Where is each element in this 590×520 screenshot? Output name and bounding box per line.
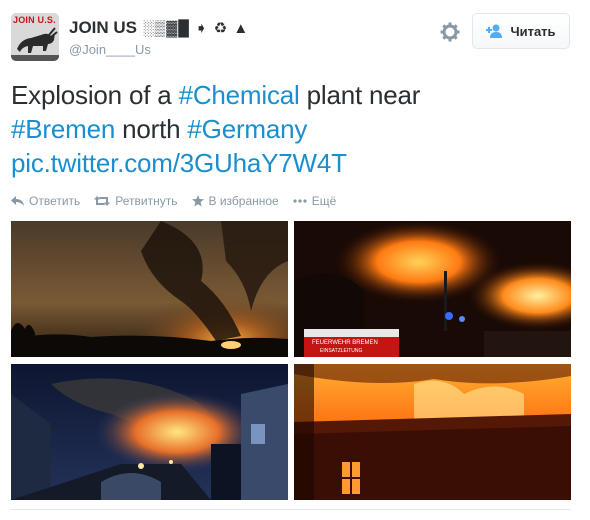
tweet-photo-3[interactable] [11, 364, 288, 500]
retweet-button[interactable]: Ретвитнуть [94, 194, 178, 208]
retweet-label: Ретвитнуть [115, 194, 178, 208]
tweet-text-segment: plant near [299, 80, 421, 110]
street-fire-photo [11, 364, 288, 500]
reply-label: Ответить [29, 194, 81, 208]
tweet-photo-1[interactable] [11, 221, 288, 357]
tweet-header: JOIN U.S. JOIN US ░▒▓█ ➧ ♻ ▲ @Join____Us … [11, 13, 581, 63]
avatar[interactable]: JOIN U.S. [11, 13, 59, 61]
hashtag-link[interactable]: #Chemical [179, 80, 300, 110]
explosion-smoke-photo [11, 221, 288, 357]
more-dots-icon [293, 199, 307, 203]
tweet-photo-2[interactable]: FEUERWEHR BREMEN EINSATZLEITUNG [294, 221, 571, 357]
tweet-photo-4[interactable] [294, 364, 571, 500]
favorite-label: В избранное [208, 194, 279, 208]
building-fire-photo [294, 364, 571, 500]
more-button[interactable]: Ещё [293, 194, 337, 208]
fire-truck-photo: FEUERWEHR BREMEN EINSATZLEITUNG [294, 221, 571, 357]
display-name-text: JOIN US [69, 18, 138, 37]
gear-icon[interactable] [440, 22, 460, 42]
add-user-icon [486, 24, 503, 38]
tweet-text-segment: Explosion of a [11, 80, 179, 110]
tweet-actions: Ответить Ретвитнуть В избранное Ещё [11, 194, 350, 208]
more-label: Ещё [311, 194, 337, 208]
hashtag-link[interactable]: #Bremen [11, 114, 115, 144]
user-handle[interactable]: @Join____Us [69, 42, 151, 57]
display-name-glyphs: ░▒▓█ ➧ ♻ ▲ [143, 20, 250, 37]
star-icon [191, 195, 204, 207]
follow-button[interactable]: Читать [472, 13, 570, 49]
display-name[interactable]: JOIN US ░▒▓█ ➧ ♻ ▲ [69, 18, 249, 38]
favorite-button[interactable]: В избранное [191, 194, 279, 208]
follow-button-label: Читать [510, 23, 556, 39]
tweet-text: Explosion of a #Chemical plant near #Bre… [11, 78, 571, 180]
avatar-label: JOIN U.S. [13, 15, 56, 25]
media-link[interactable]: pic.twitter.com/3GUhaY7W4T [11, 148, 347, 178]
reply-button[interactable]: Ответить [11, 194, 80, 208]
hashtag-link[interactable]: #Germany [187, 114, 307, 144]
retweet-icon [94, 196, 111, 206]
divider [11, 509, 571, 510]
tweet-text-segment: north [115, 114, 188, 144]
truck-lettering-sub: EINSATZLEITUNG [320, 348, 363, 354]
truck-lettering: FEUERWEHR BREMEN [312, 340, 378, 346]
reply-icon [11, 196, 24, 206]
